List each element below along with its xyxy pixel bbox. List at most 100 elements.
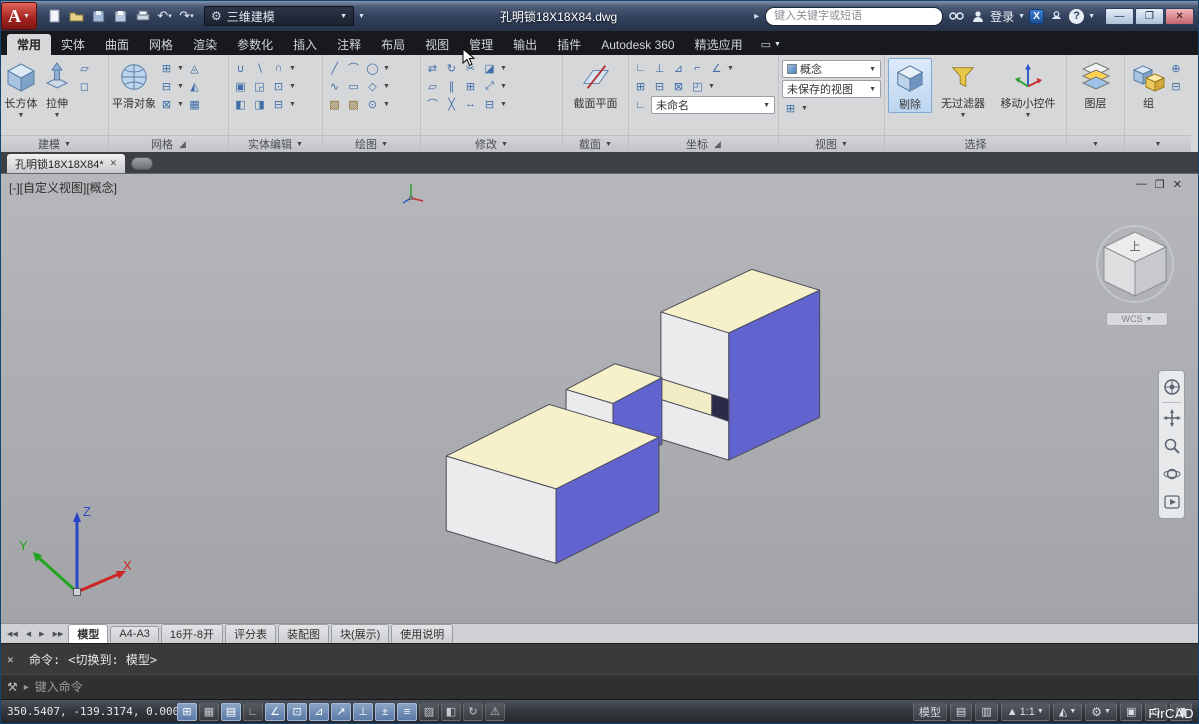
showmotion-icon[interactable] xyxy=(1160,489,1183,515)
panel-label-groups[interactable]: ▼ xyxy=(1125,135,1191,152)
ucs-view-icon[interactable]: ⊟ xyxy=(651,78,668,94)
toolbar-lock-button[interactable]: ▣ xyxy=(1120,703,1142,721)
snap-toggle[interactable]: ▦ xyxy=(199,703,219,721)
gradient-icon[interactable]: ▨ xyxy=(345,96,362,112)
interfere-icon[interactable]: ◲ xyxy=(251,78,268,94)
last-layout-button[interactable]: ▶▶ xyxy=(50,630,67,638)
panel-label-section[interactable]: 截面▼ xyxy=(563,135,628,152)
panel-label-selection[interactable]: 选择 xyxy=(885,135,1066,152)
orbit-icon[interactable] xyxy=(1160,461,1183,487)
command-window[interactable]: ✕ 命令: <切换到: 模型> ⚒ ▸ xyxy=(1,643,1198,699)
intersect-icon[interactable]: ∩ xyxy=(270,60,287,76)
mesh-crease-icon[interactable]: ◬ xyxy=(186,60,203,76)
group-button[interactable]: 组 xyxy=(1132,58,1166,111)
next-layout-button[interactable]: ▶ xyxy=(36,630,47,638)
zoom-icon[interactable] xyxy=(1160,433,1183,459)
join-icon[interactable]: ⊟ xyxy=(481,96,498,112)
circle-icon[interactable]: ◯ xyxy=(364,60,381,76)
donut-icon[interactable]: ⊙ xyxy=(364,96,381,112)
pan-icon[interactable] xyxy=(1160,405,1183,431)
explode-icon[interactable]: ╳ xyxy=(443,96,460,112)
new-drawing-button[interactable] xyxy=(131,157,153,170)
panel-label-layers[interactable]: ▼ xyxy=(1067,135,1124,152)
viewport-restore-icon[interactable]: ❐ xyxy=(1155,178,1165,191)
exchange-apps-icon[interactable]: X xyxy=(1029,9,1044,24)
ribbon-tab-home[interactable]: 常用 xyxy=(7,34,51,55)
ucs-icon[interactable]: ∟ xyxy=(632,60,649,76)
workspace-switching-button[interactable]: ⚙▼ xyxy=(1085,703,1117,721)
ribbon-tab-plugins[interactable]: 插件 xyxy=(547,34,591,55)
ortho-toggle[interactable]: ∟ xyxy=(243,703,263,721)
ucs-origin-icon[interactable]: ⊞ xyxy=(632,78,649,94)
first-layout-button[interactable]: ◀◀ xyxy=(4,630,21,638)
mesh-refine-icon[interactable]: ⊞ xyxy=(158,60,175,76)
chevron-down-icon[interactable]: ▼ xyxy=(1018,13,1025,20)
sign-in-button[interactable]: 登录 xyxy=(990,8,1014,25)
dynamic-input-toggle[interactable]: ± xyxy=(375,703,395,721)
mesh-extrude-face-icon[interactable]: ▦ xyxy=(186,96,203,112)
drawing-tab[interactable]: 孔明锁18X18X84* ✕ xyxy=(7,154,125,173)
save-button[interactable] xyxy=(89,7,108,26)
ucs-world-icon[interactable]: ⊥ xyxy=(651,60,668,76)
layout-tab-assembly[interactable]: 装配图 xyxy=(278,624,329,644)
wrench-icon[interactable]: ⚒ xyxy=(7,680,18,694)
annotation-monitor-toggle[interactable]: ⚠ xyxy=(485,703,505,721)
communication-center-icon[interactable] xyxy=(1048,10,1065,22)
panel-label-coordinates[interactable]: 坐标◢ xyxy=(629,135,778,152)
mesh-smooth-more-icon[interactable]: ⊟ xyxy=(158,78,175,94)
quick-properties-toggle[interactable]: ◧ xyxy=(441,703,461,721)
imprint-icon[interactable]: ⊡ xyxy=(270,78,287,94)
viewcube[interactable]: 上 xyxy=(1094,222,1176,311)
ribbon-tab-parametric[interactable]: 参数化 xyxy=(227,34,283,55)
object-snap-toggle[interactable]: ⊡ xyxy=(287,703,307,721)
close-icon[interactable]: ✕ xyxy=(110,158,118,169)
viewport[interactable]: [-][自定义视图][概念] — ❐ ✕ xyxy=(1,173,1198,623)
ribbon-tab-layout[interactable]: 布局 xyxy=(371,34,415,55)
saveas-button[interactable] xyxy=(111,7,130,26)
annotation-scale-button[interactable]: ▲1:1▼ xyxy=(1001,703,1050,721)
open-button[interactable] xyxy=(67,7,86,26)
ribbon-display-toggle[interactable]: ▭▼ xyxy=(761,34,781,55)
quick-view-layouts-button[interactable]: ▤ xyxy=(950,703,972,721)
culling-button[interactable]: 剔除 xyxy=(888,58,932,113)
ucs-name-combo[interactable]: 未命名 ▼ xyxy=(651,96,775,114)
visual-style-combo[interactable]: 概念 ▼ xyxy=(782,60,881,78)
model-space-button[interactable]: 模型 xyxy=(913,703,947,721)
mirror-icon[interactable]: ▱ xyxy=(424,78,441,94)
ucs-z-axis-icon[interactable]: ⊿ xyxy=(670,60,687,76)
redo-button[interactable]: ↷▾ xyxy=(177,7,196,26)
taper-face-icon[interactable]: ◨ xyxy=(251,96,268,112)
smooth-object-button[interactable]: 平滑对象 xyxy=(112,58,156,111)
ucs-face-icon[interactable]: ∠ xyxy=(708,60,725,76)
layout-tab-16k-8k[interactable]: 16开-8开 xyxy=(161,624,223,644)
ribbon-tab-annotate[interactable]: 注释 xyxy=(327,34,371,55)
scale-icon[interactable]: ⤢ xyxy=(481,78,498,94)
new-button[interactable] xyxy=(45,7,64,26)
viewport-close-icon[interactable]: ✕ xyxy=(1173,178,1182,191)
union-icon[interactable]: ∪ xyxy=(232,60,249,76)
ribbon-tab-insert[interactable]: 插入 xyxy=(283,34,327,55)
polygon-icon[interactable]: ◇ xyxy=(364,78,381,94)
ribbon-tab-output[interactable]: 输出 xyxy=(503,34,547,55)
viewport-minimize-icon[interactable]: — xyxy=(1136,178,1147,191)
rectangle-icon[interactable]: ▭ xyxy=(345,78,362,94)
viewport-controls-label[interactable]: [-][自定义视图][概念] xyxy=(9,179,117,196)
annotation-visibility-button[interactable]: ◭▼ xyxy=(1053,703,1082,721)
ribbon-tab-render[interactable]: 渲染 xyxy=(183,34,227,55)
selection-filter-button[interactable]: 无过滤器 ▼ xyxy=(934,58,992,119)
dynamic-ucs-toggle[interactable]: ⊥ xyxy=(353,703,373,721)
arc-icon[interactable]: ⌒ xyxy=(345,60,362,76)
ungroup-icon[interactable]: ⊕ xyxy=(1168,60,1185,76)
line-icon[interactable]: ╱ xyxy=(326,60,343,76)
ucs-previous-icon[interactable]: ⌐ xyxy=(689,60,706,76)
box-tool-button[interactable]: 长方体 ▼ xyxy=(4,58,38,119)
selection-cycling-toggle[interactable]: ↻ xyxy=(463,703,483,721)
stretch-icon[interactable]: ↔ xyxy=(462,96,479,112)
grid-toggle[interactable]: ▤ xyxy=(221,703,241,721)
kongming-lock-model[interactable] xyxy=(1,174,1198,623)
ribbon-tab-surface[interactable]: 曲面 xyxy=(95,34,139,55)
shell-icon[interactable]: ⊟ xyxy=(270,96,287,112)
subtract-icon[interactable]: ∖ xyxy=(251,60,268,76)
ucs-object-icon[interactable]: ⊠ xyxy=(670,78,687,94)
lineweight-toggle[interactable]: ≡ xyxy=(397,703,417,721)
